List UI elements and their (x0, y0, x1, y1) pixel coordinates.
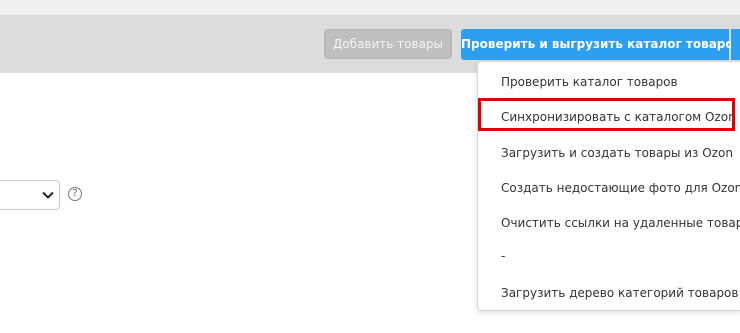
menu-item-clear-deleted-links[interactable]: Очистить ссылки на удаленные товары (501, 213, 740, 233)
check-and-export-catalog-button[interactable]: Проверить и выгрузить каталог товаров (461, 29, 740, 60)
top-strip (0, 0, 740, 15)
menu-item-load-create-from-ozon[interactable]: Загрузить и создать товары из Ozon (501, 143, 733, 163)
dropdown-toggle-button[interactable] (731, 29, 740, 60)
menu-item-create-missing-photos[interactable]: Создать недостающие фото для Ozon (501, 178, 740, 198)
menu-separator: - (501, 249, 506, 263)
chevron-down-icon (42, 191, 54, 199)
select-field[interactable] (0, 180, 60, 210)
menu-item-check-catalog[interactable]: Проверить каталог товаров (501, 72, 678, 92)
menu-item-load-category-tree[interactable]: Загрузить дерево категорий товаров (501, 283, 738, 303)
help-icon[interactable]: ? (68, 187, 82, 201)
add-products-button[interactable]: Добавить товары (324, 29, 452, 59)
highlight-box (478, 98, 735, 131)
